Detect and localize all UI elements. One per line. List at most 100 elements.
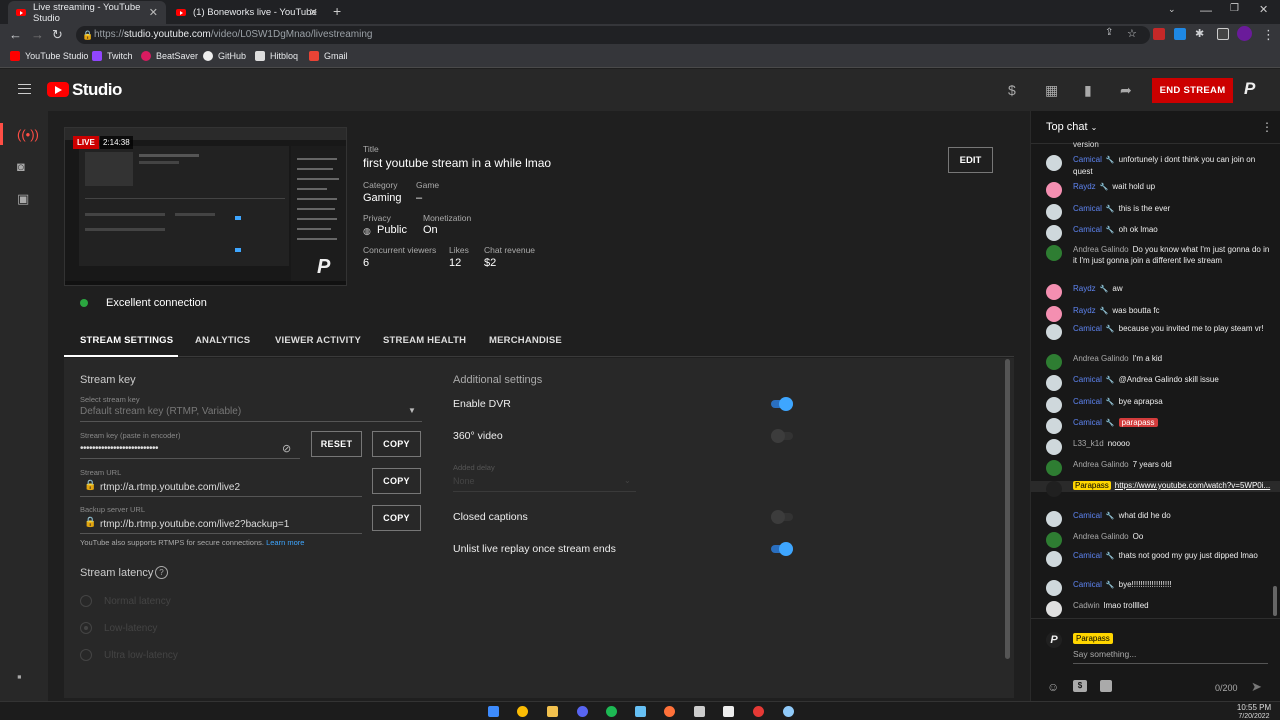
profile-avatar[interactable]: [1237, 26, 1252, 41]
browser-tab-boneworks[interactable]: (1) Boneworks live - YouTube ✕: [168, 1, 326, 24]
chat-avatar[interactable]: [1046, 324, 1062, 340]
chat-avatar[interactable]: [1046, 155, 1062, 171]
chat-message[interactable]: Raydz 🔧 wait hold up: [1046, 182, 1271, 198]
clock-time[interactable]: 10:55 PM: [1234, 703, 1274, 712]
camera-icon[interactable]: ◙: [17, 159, 25, 174]
live-broadcast-icon[interactable]: ((•)): [17, 127, 39, 142]
start-icon[interactable]: [488, 706, 499, 717]
top-chat-dropdown[interactable]: Top chat ⌄: [1046, 121, 1097, 133]
stream-url-field[interactable]: rtmp://a.rtmp.youtube.com/live2: [100, 482, 240, 493]
chat-scrollbar[interactable]: [1273, 586, 1277, 616]
youtube-logo-icon[interactable]: [47, 82, 69, 97]
dropdown-arrow-icon[interactable]: ⌄: [624, 476, 631, 485]
chat-avatar[interactable]: [1046, 375, 1062, 391]
backup-url-field[interactable]: rtmp://b.rtmp.youtube.com/live2?backup=1: [100, 519, 289, 530]
app-icon[interactable]: [783, 706, 794, 717]
tab-stream-settings[interactable]: STREAM SETTINGS: [80, 335, 173, 346]
chat-more-icon[interactable]: ⋮: [1261, 120, 1273, 134]
chat-avatar[interactable]: [1046, 460, 1062, 476]
channel-avatar[interactable]: P: [1244, 79, 1255, 99]
close-window-icon[interactable]: ✕: [1259, 3, 1268, 16]
extension-icon[interactable]: [1153, 28, 1165, 40]
select-key-dropdown[interactable]: Default stream key (RTMP, Variable): [80, 406, 241, 417]
copy-backup-url-button[interactable]: COPY: [372, 505, 421, 531]
sidebar-icon[interactable]: [1217, 28, 1229, 40]
chat-message[interactable]: Camical 🔧 @Andrea Galindo skill issue: [1046, 375, 1271, 391]
chat-author[interactable]: Andrea Galindo: [1073, 532, 1129, 541]
chat-avatar[interactable]: [1046, 284, 1062, 300]
chat-message[interactable]: Camical 🔧 parapass: [1046, 418, 1271, 434]
chat-avatar[interactable]: [1046, 397, 1062, 413]
url-field[interactable]: 🔒 https://studio.youtube.com/video/L0SW1…: [76, 26, 1150, 44]
reload-icon[interactable]: ↻: [52, 27, 63, 43]
chat-author[interactable]: Andrea Galindo: [1073, 460, 1129, 469]
chat-message[interactable]: Andrea Galindo I'm a kid: [1046, 354, 1271, 370]
blender-icon[interactable]: [664, 706, 675, 717]
new-tab-icon[interactable]: +: [333, 3, 341, 19]
chrome-icon[interactable]: [517, 706, 528, 717]
chat-avatar[interactable]: [1046, 204, 1062, 220]
chat-author[interactable]: Camical: [1073, 204, 1102, 213]
chat-author[interactable]: Cadwin: [1073, 601, 1100, 610]
chat-author[interactable]: Camical: [1073, 511, 1102, 520]
chat-author[interactable]: Parapass: [1073, 481, 1111, 490]
chat-message[interactable]: L33_k1d noooo: [1046, 439, 1271, 455]
chat-input[interactable]: Say something...: [1073, 649, 1136, 659]
learn-more-link[interactable]: Learn more: [266, 538, 304, 547]
discord-icon[interactable]: [577, 706, 588, 717]
share-arrow-icon[interactable]: ➦: [1120, 82, 1132, 99]
bookmark-icon[interactable]: ▮: [1084, 82, 1092, 99]
bookmark-github[interactable]: GitHub: [203, 51, 246, 61]
chat-text[interactable]: https://www.youtube.com/watch?v=5WP0i...: [1115, 481, 1270, 490]
tab-stream-health[interactable]: STREAM HEALTH: [383, 335, 466, 346]
chat-author[interactable]: Andrea Galindo: [1073, 354, 1129, 363]
added-delay-dropdown[interactable]: None: [453, 476, 475, 486]
chat-message[interactable]: Camical 🔧 this is the ever: [1046, 204, 1271, 220]
tab-analytics[interactable]: ANALYTICS: [195, 335, 250, 346]
end-stream-button[interactable]: END STREAM: [1152, 78, 1233, 103]
stream-preview[interactable]: P LIVE 2:14:38: [64, 127, 347, 286]
bookmark-beatsaver[interactable]: BeatSaver: [141, 51, 198, 61]
main-scrollbar[interactable]: [1005, 359, 1010, 659]
clock-date[interactable]: 7/20/2022: [1234, 713, 1274, 720]
chat-author[interactable]: Camical: [1073, 375, 1102, 384]
hide-key-eye-icon[interactable]: ⊘: [282, 442, 291, 455]
file-explorer-icon[interactable]: [547, 706, 558, 717]
chat-avatar[interactable]: [1046, 182, 1062, 198]
chat-avatar[interactable]: [1046, 601, 1062, 617]
dropdown-arrow-icon[interactable]: ▼: [408, 406, 416, 415]
browser-tab-studio[interactable]: Live streaming - YouTube Studio ✕: [8, 1, 166, 24]
chat-avatar[interactable]: [1046, 551, 1062, 567]
calendar-icon[interactable]: ▣: [17, 191, 29, 207]
app-icon[interactable]: [753, 706, 764, 717]
clapperboard-icon[interactable]: ▦: [1045, 82, 1058, 99]
chat-message[interactable]: Cadwin lmao trolllled: [1046, 601, 1271, 617]
chat-author[interactable]: Raydz: [1073, 306, 1096, 315]
chat-message[interactable]: Camical 🔧 because you invited me to play s…: [1046, 324, 1271, 340]
emoji-icon[interactable]: ☺: [1047, 680, 1059, 694]
edit-button[interactable]: EDIT: [948, 147, 993, 173]
bookmark-youtube-studio[interactable]: YouTube Studio: [10, 51, 88, 61]
chat-message[interactable]: Andrea Galindo Do you know what I'm just …: [1046, 245, 1271, 266]
help-icon[interactable]: ?: [155, 566, 168, 579]
chat-message[interactable]: Andrea Galindo 7 years old: [1046, 460, 1271, 476]
bookmark-star-icon[interactable]: ☆: [1127, 27, 1137, 40]
chat-avatar[interactable]: [1046, 225, 1062, 241]
chat-avatar[interactable]: [1046, 532, 1062, 548]
chat-author[interactable]: Raydz: [1073, 182, 1096, 191]
chat-message[interactable]: Camical 🔧 thats not good my guy just dippe…: [1046, 551, 1271, 567]
chat-avatar[interactable]: [1046, 481, 1062, 497]
copy-url-button[interactable]: COPY: [372, 468, 421, 494]
poll-icon[interactable]: [1100, 680, 1112, 692]
chat-author[interactable]: Camical: [1073, 580, 1102, 589]
radio-normal-latency[interactable]: [80, 595, 92, 607]
maximize-icon[interactable]: ❐: [1230, 3, 1239, 14]
extensions-puzzle-icon[interactable]: ✱: [1195, 27, 1204, 40]
chat-avatar[interactable]: [1046, 439, 1062, 455]
chat-message[interactable]: Raydz 🔧 aw: [1046, 284, 1271, 300]
chat-avatar[interactable]: [1046, 245, 1062, 261]
enable-dvr-toggle[interactable]: [771, 397, 793, 411]
chat-avatar[interactable]: [1046, 354, 1062, 370]
chat-author[interactable]: L33_k1d: [1073, 439, 1104, 448]
super-chat-icon[interactable]: $: [1073, 680, 1087, 692]
